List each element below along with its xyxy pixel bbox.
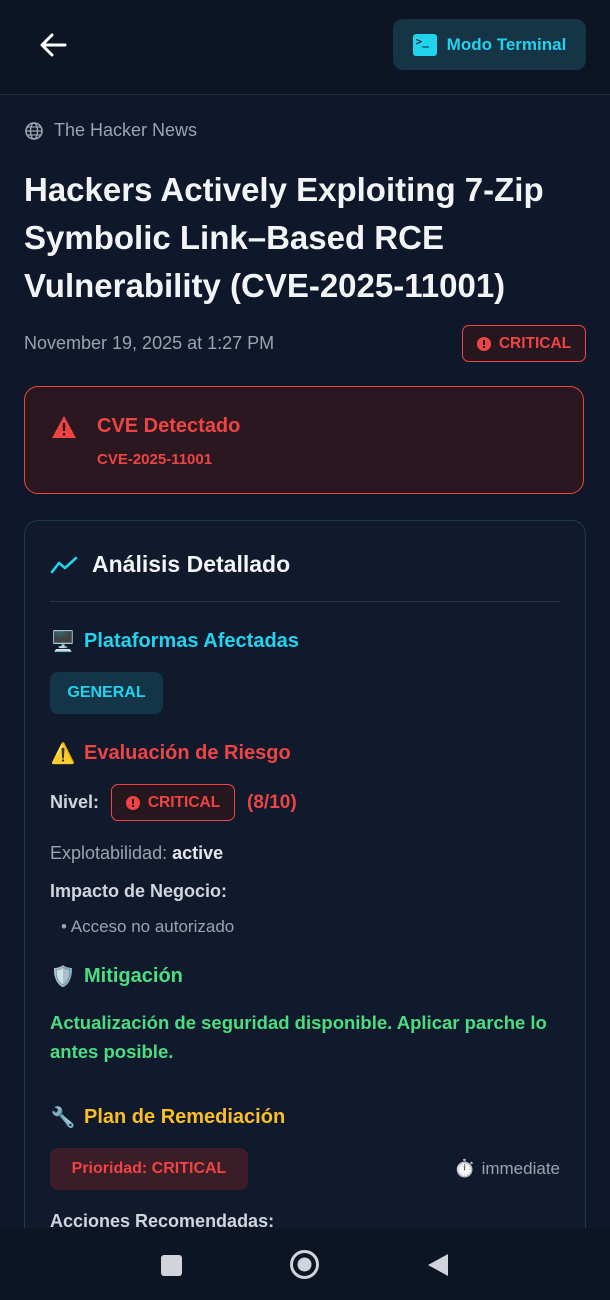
shield-icon: 🛡️ — [50, 966, 76, 988]
top-app-bar: >_ Modo Terminal — [0, 0, 610, 95]
severity-badge: CRITICAL — [462, 325, 586, 362]
stopwatch-icon: ⏱️ — [454, 1159, 476, 1178]
globe-icon — [25, 121, 43, 140]
article-source: The Hacker News — [24, 120, 197, 141]
analysis-header: Análisis Detallado — [50, 551, 290, 578]
analysis-title: Análisis Detallado — [92, 551, 291, 577]
warning-triangle-icon — [52, 416, 76, 438]
remediation-title: Plan de Remediación — [84, 1106, 286, 1128]
square-recents-icon[interactable] — [161, 1255, 182, 1276]
circle-home-icon[interactable] — [289, 1249, 320, 1280]
exploitability-value: active — [172, 843, 224, 863]
impact-label: Impacto de Negocio: — [50, 881, 228, 901]
mitigation-text: Actualización de seguridad disponible. A… — [50, 1012, 547, 1062]
wrench-icon: 🔧 — [50, 1107, 76, 1129]
back-button[interactable] — [30, 22, 76, 68]
level-badge-label: CRITICAL — [147, 793, 221, 811]
risk-title: Evaluación de Riesgo — [84, 742, 291, 764]
alert-circle-icon — [476, 336, 491, 351]
cve-alert-box: CVE Detectado CVE-2025-11001 — [24, 386, 584, 494]
mitigation-title: Mitigación — [84, 965, 183, 987]
risk-level-row: Nivel: CRITICAL (8/10) — [50, 784, 297, 821]
exploitability-label: Explotabilidad: — [50, 843, 168, 863]
article-title: Hackers Actively Exploiting 7-Zip Symbol… — [24, 171, 544, 304]
risk-score: (8/10) — [247, 791, 297, 813]
mitigation-section-title: 🛡️ Mitigación — [50, 964, 183, 989]
timing-value: immediate — [481, 1159, 560, 1178]
source-name: The Hacker News — [54, 120, 198, 140]
trending-chart-icon — [50, 556, 78, 573]
detailed-analysis-card: Análisis Detallado 🖥️ Plataformas Afecta… — [24, 520, 586, 1280]
terminal-mode-label: Modo Terminal — [446, 34, 567, 54]
alert-circle-icon — [125, 795, 140, 810]
risk-section-title: ⚠️ Evaluación de Riesgo — [50, 741, 291, 766]
cve-id: CVE-2025-11001 — [97, 451, 213, 468]
terminal-mode-button[interactable]: >_ Modo Terminal — [393, 19, 586, 70]
platforms-title: Plataformas Afectadas — [84, 630, 299, 652]
platform-chip: GENERAL — [50, 672, 163, 714]
article-date: November 19, 2025 at 1:27 PM — [24, 333, 275, 353]
level-badge: CRITICAL — [111, 784, 236, 821]
impact-item: • Acceso no autorizado — [61, 917, 235, 936]
arrow-left-icon — [40, 33, 67, 57]
level-label: Nivel: — [50, 792, 100, 812]
triangle-back-icon[interactable] — [426, 1252, 450, 1278]
exploitability-line: Explotabilidad: active — [50, 843, 223, 864]
desktop-computer-icon: 🖥️ — [50, 631, 76, 653]
warning-icon: ⚠️ — [50, 743, 76, 765]
remediation-timing: ⏱️ immediate — [454, 1159, 560, 1179]
platforms-section-title: 🖥️ Plataformas Afectadas — [50, 629, 299, 654]
priority-chip: Prioridad: CRITICAL — [50, 1148, 248, 1190]
divider — [50, 601, 560, 602]
cve-alert-title: CVE Detectado — [97, 415, 241, 437]
severity-badge-label: CRITICAL — [498, 334, 572, 352]
terminal-icon: >_ — [412, 33, 437, 56]
remediation-section-title: 🔧 Plan de Remediación — [50, 1105, 286, 1130]
system-navigation-bar — [0, 1228, 610, 1300]
